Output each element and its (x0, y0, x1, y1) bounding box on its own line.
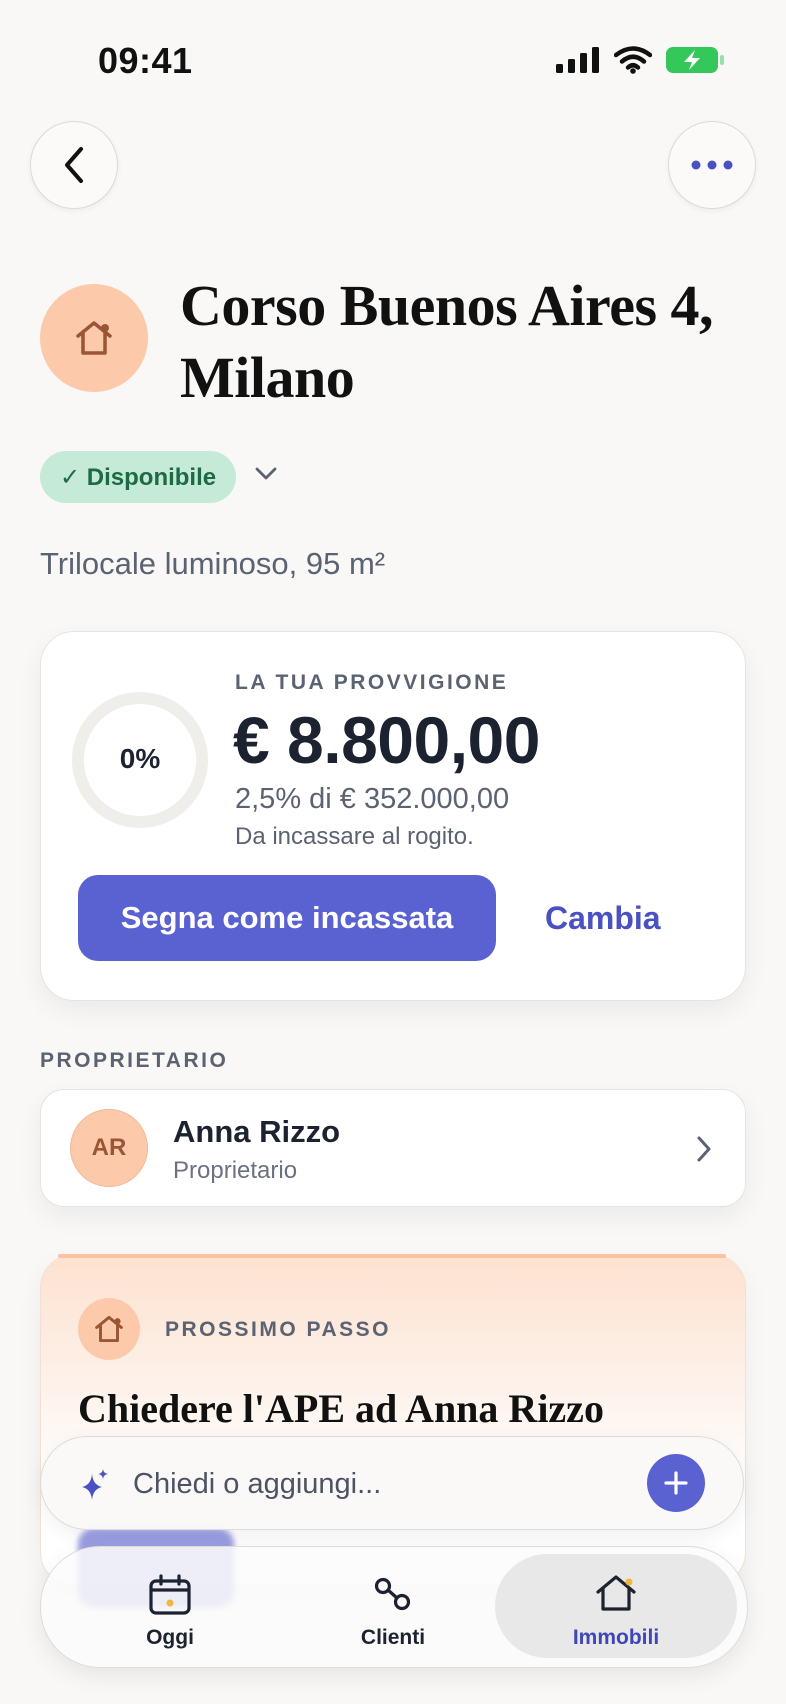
calendar-icon (149, 1574, 191, 1615)
tab-oggi-label: Oggi (146, 1626, 194, 1649)
commission-progress-label: 0% (119, 743, 161, 774)
wifi-icon (614, 46, 652, 74)
more-button[interactable] (668, 121, 756, 209)
owner-role: Proprietario (173, 1157, 298, 1184)
next-step-accent (58, 1254, 726, 1258)
more-dots-icon (691, 160, 733, 170)
owner-name: Anna Rizzo (173, 1114, 341, 1149)
next-step-eyebrow: PROSSIMO PASSO (165, 1318, 391, 1341)
tab-immobili[interactable]: Immobili (546, 1566, 686, 1652)
signal-icon (556, 47, 599, 73)
status-badge[interactable]: ✓ Disponibile (40, 451, 237, 503)
change-button[interactable]: Cambia (545, 900, 661, 937)
home-icon (95, 1315, 123, 1343)
commission-detail: 2,5% di € 352.000,00 (235, 783, 510, 815)
tab-clienti-label: Clienti (360, 1626, 426, 1649)
commission-eyebrow: LA TUA PROVVIGIONE (235, 671, 509, 694)
battery-charging-icon (666, 47, 724, 73)
status-icons (556, 46, 724, 74)
mark-collected-button[interactable]: Segna come incassata (78, 875, 496, 961)
chevron-left-icon (65, 147, 83, 183)
commission-note: Da incassare al rogito. (235, 823, 474, 850)
tab-clienti[interactable]: Clienti (323, 1566, 463, 1652)
back-button[interactable] (30, 121, 118, 209)
chevron-right-icon (697, 1136, 711, 1162)
composer-input[interactable] (133, 1462, 633, 1506)
owner-avatar: AR (70, 1109, 148, 1187)
home-icon (596, 1575, 636, 1611)
page-title: Corso Buenos Aires 4, Milano (180, 273, 714, 410)
property-subtitle: Trilocale luminoso, 95 m² (40, 546, 386, 581)
plus-icon (664, 1471, 688, 1495)
property-avatar (40, 284, 148, 392)
chevron-down-icon[interactable] (254, 466, 278, 482)
tab-oggi[interactable]: Oggi (100, 1566, 240, 1652)
owner-section-label: PROPRIETARIO (40, 1049, 229, 1072)
status-time: 09:41 (98, 40, 193, 81)
add-button[interactable] (647, 1454, 705, 1512)
next-step-title: Chiedere l'APE ad Anna Rizzo (78, 1386, 604, 1431)
tab-immobili-label: Immobili (572, 1626, 660, 1649)
home-icon (76, 321, 112, 355)
commission-amount: € 8.800,00 (233, 703, 540, 777)
sparkle-icon (82, 1469, 108, 1500)
connections-icon (374, 1577, 411, 1611)
next-step-icon (78, 1298, 140, 1360)
